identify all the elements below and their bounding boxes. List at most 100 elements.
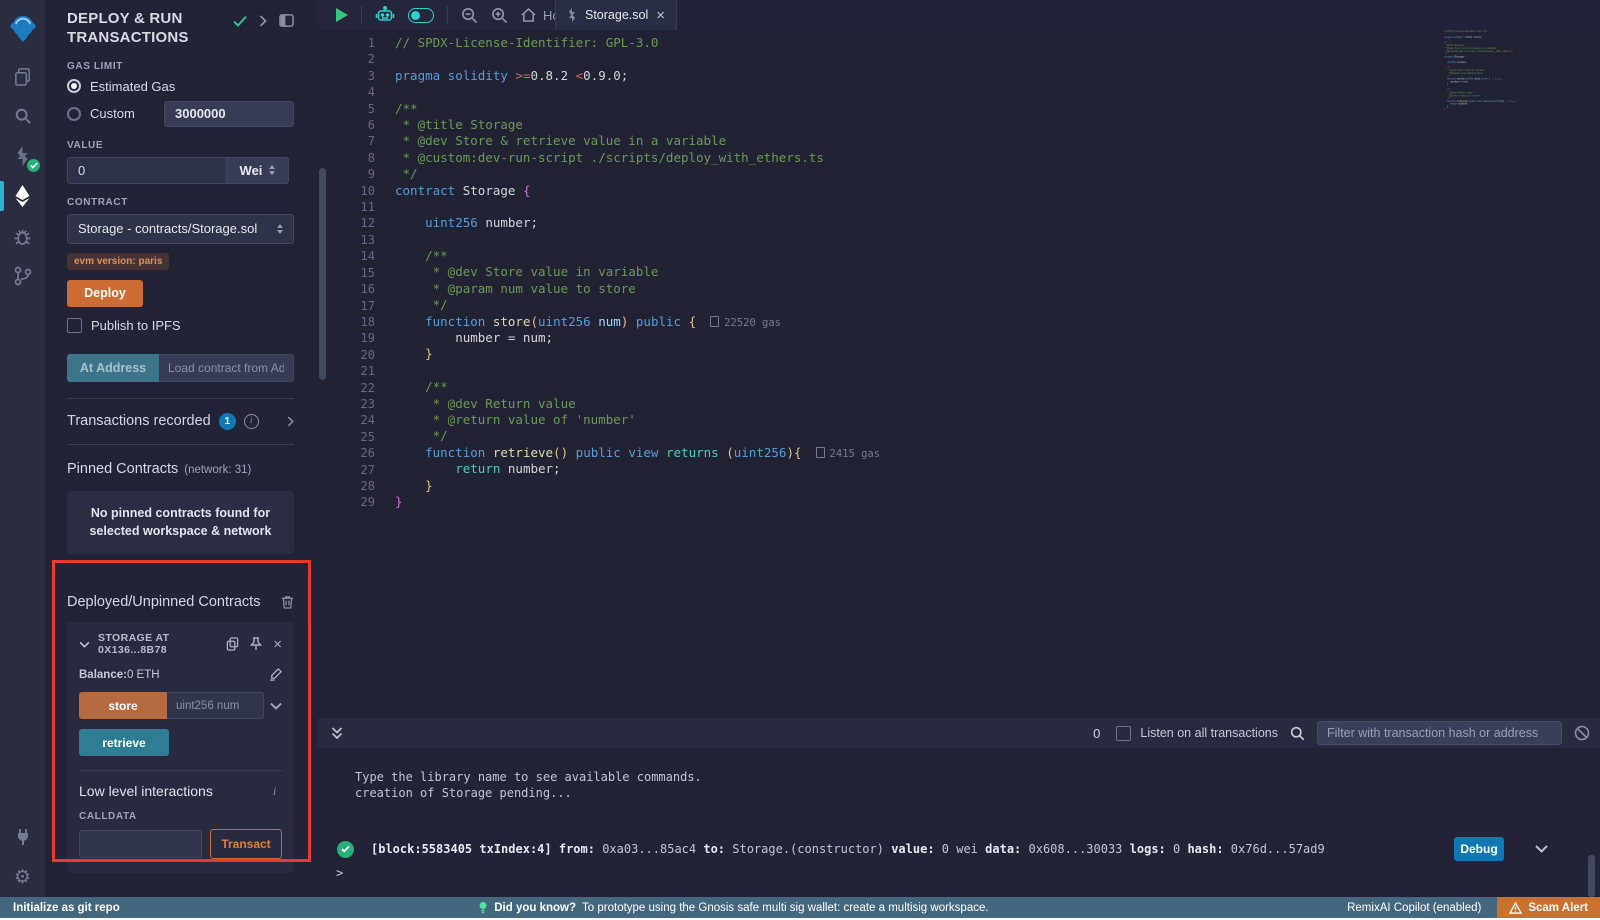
zoom-in-icon[interactable]	[491, 7, 508, 24]
scam-alert-badge[interactable]: Scam Alert	[1497, 897, 1600, 918]
contract-instance-card: STORAGE AT 0X136...8B78 × Balance: 0 ETH…	[67, 622, 294, 873]
pin-icon[interactable]	[250, 637, 262, 651]
custom-gas-label: Custom	[90, 106, 135, 121]
retrieve-function-button[interactable]: retrieve	[79, 729, 169, 756]
info-icon[interactable]: i	[244, 414, 259, 429]
custom-gas-option[interactable]: Custom	[67, 101, 294, 127]
instance-label: STORAGE AT 0X136...8B78	[98, 632, 218, 656]
pinned-contracts-title: Pinned Contracts	[67, 461, 178, 477]
zoom-out-icon[interactable]	[461, 7, 478, 24]
code-editor[interactable]: 1234567891011121314151617181920212223242…	[318, 30, 1600, 718]
estimated-gas-option[interactable]: Estimated Gas	[67, 79, 294, 94]
copy-address-icon[interactable]	[226, 637, 239, 651]
custom-gas-input[interactable]	[164, 101, 294, 127]
filter-input[interactable]	[1317, 721, 1562, 745]
publish-ipfs-option[interactable]: Publish to IPFS	[67, 318, 294, 333]
expand-chevron-icon[interactable]	[287, 416, 294, 427]
minimap[interactable]: // SPDX-License-Identifier: GPL-3.0 prag…	[1444, 30, 1560, 118]
expand-args-chevron-icon[interactable]	[270, 702, 282, 710]
run-script-icon[interactable]	[336, 8, 348, 22]
code-line: */	[395, 166, 1600, 182]
ai-copilot-toggle[interactable]	[408, 8, 434, 23]
transaction-log-row[interactable]: [block:5583405 txIndex:4] from: 0xa03...…	[318, 837, 1600, 861]
code-line: uint256 number;	[395, 215, 1600, 231]
code-line	[395, 232, 1600, 248]
plugin-manager-icon[interactable]	[0, 817, 45, 857]
listen-all-checkbox[interactable]	[1116, 726, 1131, 741]
main-area: Home Storage.sol × 123456789101112131415…	[318, 0, 1600, 897]
code-line: }	[395, 494, 1600, 510]
at-address-input[interactable]	[159, 354, 294, 382]
listen-all-option[interactable]: Listen on all transactions	[1116, 726, 1278, 741]
terminal-search-icon	[1290, 726, 1305, 741]
tab-storage-sol[interactable]: Storage.sol ×	[555, 0, 677, 30]
activity-bar: ⚙	[0, 0, 45, 897]
evm-version-badge: evm version: paris	[67, 253, 169, 270]
calldata-label: CALLDATA	[79, 811, 282, 822]
code-line: * @param num value to store	[395, 281, 1600, 297]
code-line: return number;	[395, 461, 1600, 477]
publish-ipfs-checkbox[interactable]	[67, 318, 82, 333]
file-explorer-icon[interactable]	[0, 56, 45, 96]
terminal-scrollbar[interactable]	[1588, 855, 1595, 897]
debug-button[interactable]: Debug	[1454, 837, 1504, 861]
transact-button[interactable]: Transact	[210, 829, 282, 859]
ai-copilot-robot-icon[interactable]	[375, 6, 395, 24]
status-bar: Initialize as git repo Did you know? To …	[0, 897, 1600, 918]
code-content[interactable]: // SPDX-License-Identifier: GPL-3.0 prag…	[375, 30, 1600, 718]
deploy-run-icon[interactable]	[0, 176, 45, 216]
pinned-network-label: (network: 31)	[184, 464, 251, 476]
clear-filter-icon[interactable]	[1574, 725, 1590, 741]
terminal-prompt[interactable]: >	[336, 865, 343, 881]
code-line: * @dev Return value	[395, 396, 1600, 412]
code-line: function store(uint256 num) public {2252…	[395, 314, 1600, 330]
panel-scrollbar[interactable]	[319, 168, 326, 380]
code-line	[395, 84, 1600, 100]
deploy-button[interactable]: Deploy	[67, 280, 143, 307]
compile-success-badge	[27, 159, 40, 172]
code-line: * @title Storage	[395, 117, 1600, 133]
code-line: // SPDX-License-Identifier: GPL-3.0	[395, 35, 1600, 51]
transactions-recorded-row[interactable]: Transactions recorded 1 i	[67, 399, 294, 444]
code-line: */	[395, 297, 1600, 313]
terminal[interactable]: Type the library name to see available c…	[318, 748, 1600, 897]
log-expand-chevron-icon[interactable]	[1535, 845, 1548, 853]
solidity-compiler-icon[interactable]	[0, 136, 45, 176]
store-function-button[interactable]: store	[79, 692, 167, 719]
lightbulb-icon	[478, 901, 488, 915]
tab-label: Storage.sol	[585, 8, 648, 22]
terminal-expand-icon[interactable]	[331, 727, 343, 740]
debugger-icon[interactable]	[0, 216, 45, 256]
at-address-button[interactable]: At Address	[67, 354, 159, 382]
value-input[interactable]	[67, 157, 227, 184]
value-unit-select[interactable]: Wei	[227, 157, 289, 184]
code-line: pragma solidity >=0.8.2 <0.9.0;	[395, 68, 1600, 84]
collapse-chevron-icon[interactable]	[79, 641, 90, 648]
trash-icon[interactable]	[281, 595, 294, 609]
gas-limit-label: GAS LIMIT	[67, 61, 294, 72]
tab-close-icon[interactable]: ×	[656, 8, 665, 23]
store-arg-input[interactable]	[167, 692, 264, 719]
estimated-gas-radio[interactable]	[67, 79, 81, 93]
value-unit-label: Wei	[240, 163, 263, 178]
pending-tx-count: 0	[1093, 726, 1100, 741]
deployed-contracts-title: Deployed/Unpinned Contracts	[67, 594, 260, 610]
git-init-action[interactable]: Initialize as git repo	[0, 902, 120, 914]
search-icon[interactable]	[0, 96, 45, 136]
panel-collapse-icon[interactable]	[259, 15, 267, 27]
git-icon[interactable]	[0, 256, 45, 296]
custom-gas-radio[interactable]	[67, 107, 81, 121]
publish-ipfs-label: Publish to IPFS	[91, 318, 181, 333]
code-line	[395, 51, 1600, 67]
info-icon[interactable]: i	[267, 784, 282, 799]
code-line: * @return value of 'number'	[395, 412, 1600, 428]
settings-icon[interactable]: ⚙	[0, 857, 45, 897]
remix-logo-icon[interactable]	[0, 0, 45, 56]
transactions-count-badge: 1	[219, 413, 236, 430]
calldata-input[interactable]	[79, 830, 202, 858]
remove-instance-icon[interactable]: ×	[273, 637, 282, 652]
copilot-status[interactable]: RemixAI Copilot (enabled)	[1347, 902, 1481, 914]
contract-select[interactable]: Storage - contracts/Storage.sol	[67, 214, 294, 244]
panel-layout-icon[interactable]	[279, 14, 294, 27]
edit-icon[interactable]	[269, 668, 282, 681]
